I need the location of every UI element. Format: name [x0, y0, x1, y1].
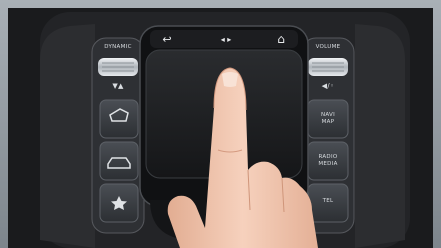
radio-label: RADIO — [318, 154, 338, 160]
media-skip-icon: ◂ ▸ — [220, 35, 232, 44]
navi-label: NAVI — [320, 112, 336, 118]
map-label: MAP — [321, 119, 335, 125]
back-icon: ↩ — [162, 33, 172, 46]
media-label: MEDIA — [318, 161, 338, 167]
fingernail — [222, 72, 238, 87]
dynamic-label: DYNAMIC — [104, 44, 132, 50]
left-button-2 — [99, 141, 139, 181]
scroll-arrows: ▼▲ — [112, 82, 124, 90]
volume-label: VOLUME — [315, 44, 341, 50]
center-console-photo: DYNAMIC ▼▲ VOLUME ◀/◦ NAVI MAP RADIO MED… — [0, 0, 441, 248]
tel-label: TEL — [322, 198, 334, 204]
home-icon: ⌂ — [277, 32, 285, 46]
mute-glyph: ◀/◦ — [321, 82, 335, 90]
left-button-1 — [99, 99, 139, 139]
